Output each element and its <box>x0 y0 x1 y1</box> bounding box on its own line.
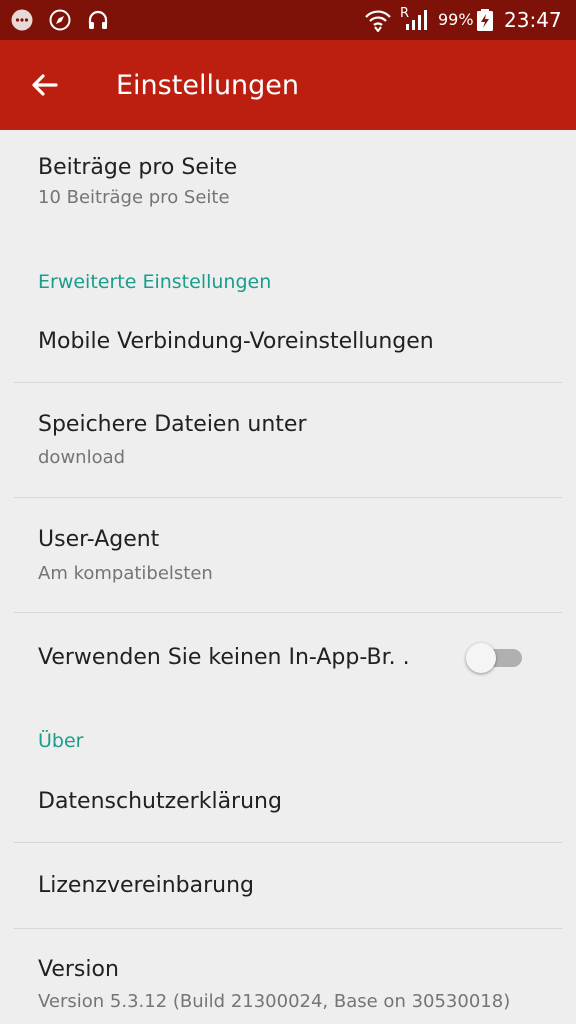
setting-title: Beiträge pro Seite <box>38 155 238 180</box>
setting-title: Speichere Dateien unter <box>38 412 307 437</box>
signal-icon <box>406 10 427 30</box>
setting-title: Verwenden Sie keinen In-App-Br. . <box>38 645 410 670</box>
no-inapp-browser-setting[interactable]: Verwenden Sie keinen In-App-Br. . <box>0 630 576 686</box>
user-agent-setting[interactable]: User-Agent Am kompatibelsten <box>0 516 576 588</box>
setting-title: Lizenzvereinbarung <box>38 873 254 898</box>
license-agreement-item[interactable]: Lizenzvereinbarung <box>0 864 576 914</box>
posts-per-page-setting[interactable]: Beiträge pro Seite 10 Beiträge pro Seite <box>0 150 576 220</box>
setting-title: User-Agent <box>38 527 160 552</box>
save-files-setting[interactable]: Speichere Dateien unter download <box>0 400 576 472</box>
battery-percent: 99% <box>438 10 474 29</box>
setting-title: Datenschutzerklärung <box>38 789 282 814</box>
privacy-policy-item[interactable]: Datenschutzerklärung <box>0 780 576 830</box>
compass-icon <box>49 9 71 31</box>
setting-subtitle: Version 5.3.12 (Build 21300024, Base on … <box>38 991 511 1012</box>
setting-title: Mobile Verbindung-Voreinstellungen <box>38 329 434 354</box>
divider <box>14 842 562 843</box>
section-header-about: Über <box>38 730 84 752</box>
setting-subtitle: Am kompatibelsten <box>38 563 213 584</box>
mobile-connection-setting[interactable]: Mobile Verbindung-Voreinstellungen <box>0 320 576 370</box>
inapp-browser-toggle[interactable] <box>466 642 526 673</box>
toggle-thumb <box>466 643 496 673</box>
headphones-icon <box>88 10 108 29</box>
settings-list: Beiträge pro Seite 10 Beiträge pro Seite… <box>0 130 576 1024</box>
divider <box>14 928 562 929</box>
section-header-advanced: Erweiterte Einstellungen <box>38 271 272 293</box>
clock: 23:47 <box>504 8 562 32</box>
app-bar: Einstellungen <box>0 40 576 130</box>
setting-subtitle: 10 Beiträge pro Seite <box>38 187 230 208</box>
divider <box>14 612 562 613</box>
divider <box>14 382 562 383</box>
status-bar: R 99% 23:47 <box>0 0 576 40</box>
wifi-icon <box>365 10 391 32</box>
messages-icon <box>11 9 33 31</box>
battery-icon <box>477 9 493 31</box>
divider <box>14 497 562 498</box>
page-title: Einstellungen <box>116 70 300 101</box>
back-arrow-icon[interactable] <box>28 68 62 102</box>
setting-title: Version <box>38 957 119 982</box>
setting-subtitle: download <box>38 447 126 468</box>
version-item[interactable]: Version Version 5.3.12 (Build 21300024, … <box>0 948 576 1024</box>
